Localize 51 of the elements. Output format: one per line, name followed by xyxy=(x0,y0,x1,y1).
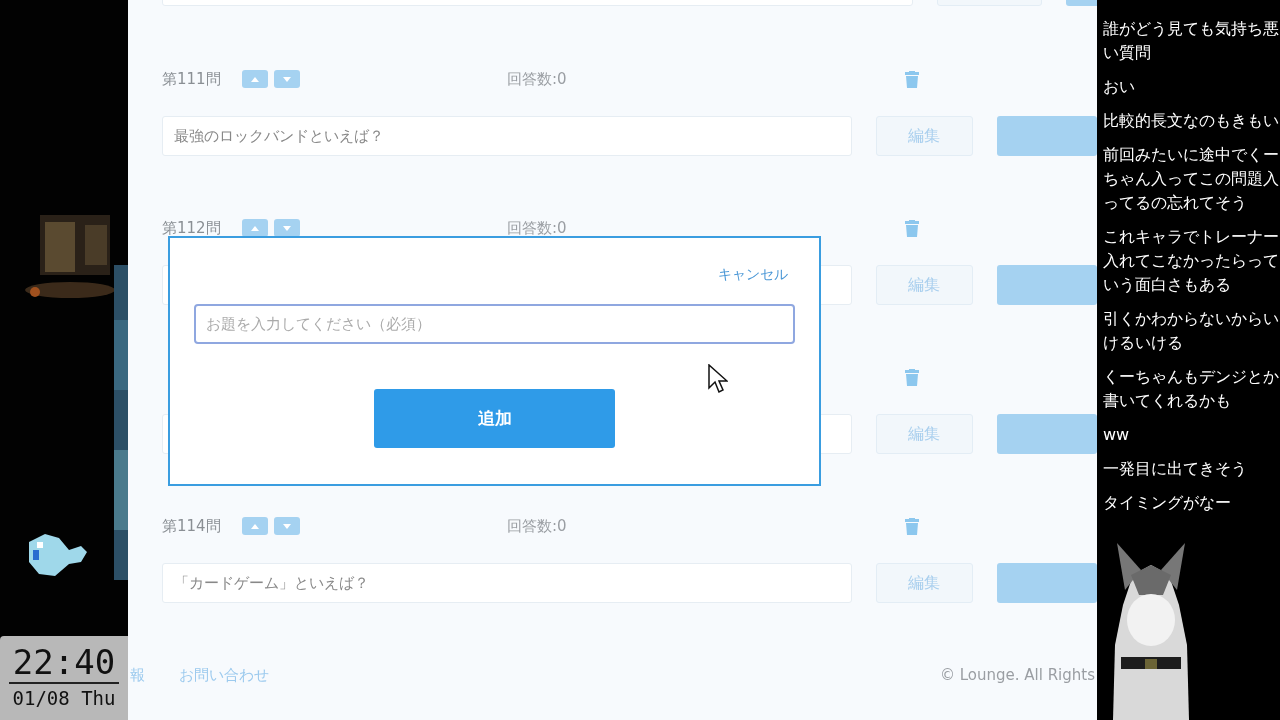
clock-time: 22:40 xyxy=(8,642,120,684)
answer-count: 回答数:0 xyxy=(507,516,568,536)
cancel-link[interactable]: キャンセル xyxy=(718,266,788,284)
trash-icon[interactable] xyxy=(905,70,919,88)
topic-input[interactable]: お題を入力してください（必須） xyxy=(194,304,795,344)
chat-message: 誰がどう見ても気持ち悪い質問 xyxy=(1103,18,1280,64)
trash-icon[interactable] xyxy=(905,517,919,535)
caret-up-icon xyxy=(251,225,259,231)
caret-down-icon xyxy=(283,225,291,231)
question-field[interactable]: 「カードゲーム」といえば？ xyxy=(162,563,852,603)
footer-link[interactable]: お問い合わせ xyxy=(179,665,269,685)
edit-button[interactable]: 編集 xyxy=(875,414,973,454)
action-button[interactable] xyxy=(997,116,1097,156)
answer-count: 回答数:0 xyxy=(507,69,568,89)
action-button[interactable] xyxy=(997,563,1097,603)
chat-message: タイミングがなー xyxy=(1103,492,1232,514)
question-number: 第114問 xyxy=(162,516,222,536)
chat-message: 引くかわからないからいけるいける xyxy=(1103,308,1280,354)
chat-message: 前回みたいに途中でくーちゃん入ってこの問題入ってるの忘れてそう xyxy=(1103,144,1280,214)
move-up-button[interactable] xyxy=(242,517,268,535)
trash-icon[interactable] xyxy=(905,219,919,237)
edit-button[interactable]: 編集 xyxy=(875,265,973,305)
action-button[interactable] xyxy=(997,265,1097,305)
move-up-button[interactable] xyxy=(242,70,268,88)
add-button[interactable]: 追加 xyxy=(374,389,615,448)
chat-message: 一発目に出てきそう xyxy=(1103,458,1248,480)
trash-icon[interactable] xyxy=(905,368,919,386)
move-down-button[interactable] xyxy=(274,219,300,237)
copyright-text: © Lounge. All Rights xyxy=(939,666,1096,684)
answer-count: 回答数:0 xyxy=(507,218,568,238)
edit-button[interactable]: 編集 xyxy=(875,563,973,603)
caret-up-icon xyxy=(251,76,259,82)
clock-date: 01/08 Thu xyxy=(12,686,116,711)
cursor-icon xyxy=(708,364,728,394)
chat-message: 比較的長文なのもきもい xyxy=(1103,110,1280,132)
chat-message: おい xyxy=(1103,76,1136,98)
chat-message: ww xyxy=(1103,424,1131,446)
chat-message: これキャラでトレーナー入れてこなかったらっていう面白さもある xyxy=(1103,226,1280,296)
question-number: 第111問 xyxy=(162,69,222,89)
question-field[interactable]: 最強のロックバンドといえば？ xyxy=(162,116,852,156)
caret-down-icon xyxy=(283,76,291,82)
caret-up-icon xyxy=(251,523,259,529)
edit-button[interactable]: 編集 xyxy=(875,116,973,156)
action-button[interactable] xyxy=(997,414,1097,454)
move-down-button[interactable] xyxy=(274,517,300,535)
question-number: 第112問 xyxy=(162,218,222,238)
chat-message: くーちゃんもデンジとか書いてくれるかも xyxy=(1103,366,1280,412)
move-up-button[interactable] xyxy=(242,219,268,237)
move-down-button[interactable] xyxy=(274,70,300,88)
footer-link[interactable]: 報 xyxy=(130,665,145,685)
caret-down-icon xyxy=(283,523,291,529)
